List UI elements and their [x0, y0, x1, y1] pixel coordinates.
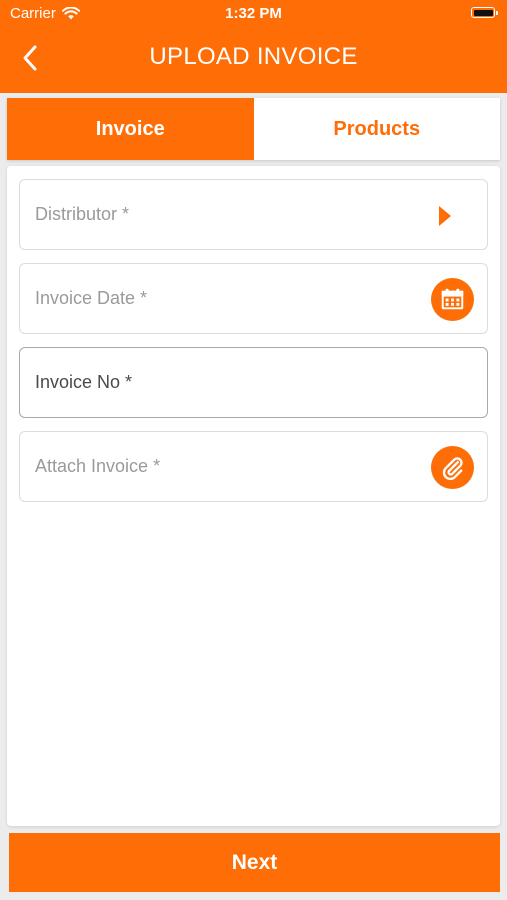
invoice-date-field[interactable]: Invoice Date * [19, 263, 488, 334]
attach-invoice-label: Attach Invoice * [35, 456, 161, 476]
calendar-icon[interactable] [431, 278, 474, 321]
page-title: UPLOAD INVOICE [149, 43, 358, 70]
tab-products[interactable]: Products [253, 98, 500, 160]
paperclip-icon[interactable] [431, 446, 474, 489]
battery-icon [471, 7, 498, 18]
distributor-label: Distributor * [35, 204, 130, 224]
caret-right-icon [439, 206, 451, 226]
tab-bar: Invoice Products [7, 98, 500, 160]
invoice-no-label: Invoice No * [35, 372, 133, 392]
status-time: 1:32 PM [225, 5, 282, 22]
distributor-field[interactable]: Distributor * [19, 179, 488, 250]
invoice-no-field[interactable]: Invoice No * [19, 347, 488, 418]
attach-invoice-field[interactable]: Attach Invoice * [19, 431, 488, 502]
next-button[interactable]: Next [9, 833, 500, 892]
nav-bar: UPLOAD INVOICE [0, 28, 507, 90]
invoice-date-label: Invoice Date * [35, 288, 148, 308]
status-bar: Carrier 1:32 PM [0, 0, 507, 28]
form-card: Distributor * Invoice Date * Invoice No … [7, 166, 500, 826]
tab-invoice[interactable]: Invoice [7, 98, 254, 160]
header-bar: Carrier 1:32 PM UPLOAD INVOICE [0, 0, 507, 93]
